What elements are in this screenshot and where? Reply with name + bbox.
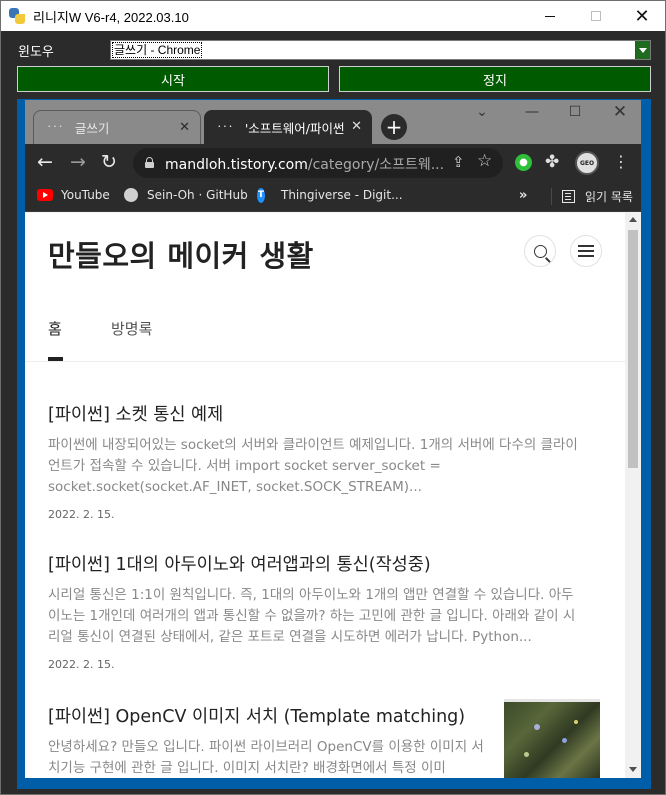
chrome-tab-write[interactable]: ᛫᛫᛫ 글쓰기 ✕	[33, 110, 201, 144]
window-select[interactable]: 글쓰기 - Chrome	[110, 40, 651, 60]
tab-search-icon[interactable]: ⌄	[460, 102, 504, 122]
minimize-icon	[545, 15, 555, 17]
bookmark-star-icon[interactable]: ☆	[477, 151, 492, 171]
chrome-tabstrip: ᛫᛫᛫ 글쓰기 ✕ ᛫᛫᛫ '소프트웨어/파이썬 ✕ + ⌄ — ☐ ✕	[25, 100, 641, 144]
bookmark-thingiverse[interactable]: T Thingiverse - Digit...	[257, 187, 403, 203]
scroll-down-icon[interactable]	[629, 767, 637, 772]
chrome-tab-label: 글쓰기	[74, 121, 110, 136]
tab-close-icon[interactable]: ✕	[179, 120, 190, 135]
page-scrollbar[interactable]	[625, 213, 641, 778]
blog-menu-button[interactable]	[570, 235, 602, 267]
post-date: 2022. 2. 15.	[48, 508, 115, 521]
reading-list-button[interactable]: 읽기 목록	[551, 188, 633, 205]
post-item[interactable]: [파이썬] 1대의 아두이노와 여러앱과의 통신(작성중) 시리얼 통신은 1:…	[48, 551, 578, 671]
bookmark-label: YouTube	[61, 188, 110, 202]
reading-list-label: 읽기 목록	[585, 190, 633, 204]
post-item[interactable]: [파이썬] OpenCV 이미지 서치 (Template matching) …	[48, 703, 488, 778]
tistory-favicon-icon: ᛫᛫᛫	[46, 121, 64, 134]
post-item[interactable]: [파이썬] 소켓 통신 예제 파이썬에 내장되어있는 socket의 서버와 클…	[48, 401, 578, 521]
tistory-favicon-icon: ᛫᛫᛫	[216, 120, 234, 134]
bookmarks-bar: YouTube Sein-Oh · GitHub T Thingiverse - …	[25, 182, 641, 212]
chrome-tab-python[interactable]: ᛫᛫᛫ '소프트웨어/파이썬 ✕	[204, 110, 372, 144]
blog-search-button[interactable]	[524, 235, 556, 267]
chrome-toolbar: ← → ↻ mandloh.tistory.com/category/소프트웨.…	[25, 144, 641, 182]
chrome-tab-label: '소프트웨어/파이썬	[244, 120, 345, 136]
start-button[interactable]: 시작	[17, 66, 329, 92]
post-summary: 파이썬에 내장되어있는 socket의 서버와 클라이언트 예제입니다. 1개의…	[48, 437, 578, 495]
chrome-menu-icon[interactable]: ⋮	[613, 152, 629, 171]
extension-thumb-icon[interactable]: ●	[515, 154, 532, 171]
maximize-button[interactable]	[573, 1, 619, 31]
window-label: 윈도우	[18, 45, 54, 60]
search-icon	[533, 244, 547, 258]
url-text[interactable]: mandloh.tistory.com/category/소프트웨...	[165, 154, 444, 174]
post-date: 2022. 2. 15.	[48, 658, 115, 671]
hamburger-menu-icon	[578, 250, 594, 252]
blog-title[interactable]: 만들오의 메이커 생활	[48, 233, 314, 275]
chrome-maximize-icon[interactable]: ☐	[553, 102, 597, 122]
bookmarks-overflow-icon[interactable]: »	[519, 188, 527, 203]
maximize-icon	[591, 11, 601, 21]
tab-close-icon[interactable]: ✕	[351, 119, 362, 134]
dropdown-arrow-icon[interactable]	[635, 41, 650, 59]
window-select-value: 글쓰기 - Chrome	[112, 42, 203, 58]
scrollbar-thumb[interactable]	[628, 230, 638, 468]
post-summary: 안녕하세요? 만들오 입니다. 파이썬 라이브러리 OpenCV를 이용한 이미…	[48, 739, 484, 776]
share-icon[interactable]: ⇪	[452, 153, 465, 171]
forward-arrow-icon[interactable]: →	[70, 152, 86, 172]
bookmark-label: Sein-Oh · GitHub	[147, 188, 248, 202]
back-arrow-icon[interactable]: ←	[37, 152, 53, 172]
new-tab-button[interactable]: +	[381, 114, 407, 140]
reading-list-icon	[562, 190, 575, 203]
app-titlebar[interactable]: 리니지W V6-r4, 2022.03.10 ✕	[1, 1, 665, 31]
address-bar[interactable]: mandloh.tistory.com/category/소프트웨... ⇪ ☆	[133, 148, 503, 178]
github-icon	[124, 188, 138, 202]
bookmark-label: Thingiverse - Digit...	[281, 188, 403, 202]
chrome-close-icon[interactable]: ✕	[598, 102, 641, 122]
python-app-icon	[9, 8, 25, 24]
post-thumbnail-image[interactable]	[504, 699, 600, 778]
minimize-button[interactable]	[527, 1, 573, 31]
bookmark-youtube[interactable]: YouTube	[37, 188, 110, 202]
post-title[interactable]: [파이썬] OpenCV 이미지 서치 (Template matching)	[48, 703, 488, 728]
lock-icon[interactable]	[145, 157, 154, 168]
post-title[interactable]: [파이썬] 1대의 아두이노와 여러앱과의 통신(작성중)	[48, 551, 578, 576]
nav-tab-guestbook[interactable]: 방명록	[111, 318, 152, 339]
scroll-up-icon[interactable]	[629, 217, 637, 222]
page-content: 만들오의 메이커 생활 홈 방명록 [파이썬] 소켓 통신 예제 파이썬에 내장…	[25, 213, 625, 778]
bookmark-github[interactable]: Sein-Oh · GitHub	[123, 188, 248, 202]
post-summary: 시리얼 통신은 1:1이 원칙입니다. 즉, 1대의 아두이노와 1개의 앱만 …	[48, 587, 576, 645]
stop-button[interactable]: 정지	[339, 66, 651, 92]
profile-avatar[interactable]: GEO	[575, 151, 599, 175]
url-host: mandloh.tistory.com	[165, 157, 308, 173]
extensions-puzzle-icon[interactable]: ✤	[545, 152, 559, 172]
nav-divider	[25, 361, 625, 362]
captured-chrome-window: ᛫᛫᛫ 글쓰기 ✕ ᛫᛫᛫ '소프트웨어/파이썬 ✕ + ⌄ — ☐ ✕ ← →…	[25, 100, 641, 778]
thingiverse-icon: T	[257, 187, 265, 203]
url-path: /category/소프트웨...	[307, 157, 445, 173]
app-title: 리니지W V6-r4, 2022.03.10	[33, 9, 189, 25]
nav-tab-home[interactable]: 홈	[48, 318, 62, 339]
close-button[interactable]: ✕	[619, 1, 665, 31]
reload-icon[interactable]: ↻	[101, 152, 117, 172]
post-title[interactable]: [파이썬] 소켓 통신 예제	[48, 401, 578, 426]
youtube-icon	[37, 189, 53, 201]
close-icon: ✕	[634, 5, 650, 27]
chrome-minimize-icon[interactable]: —	[510, 102, 554, 122]
